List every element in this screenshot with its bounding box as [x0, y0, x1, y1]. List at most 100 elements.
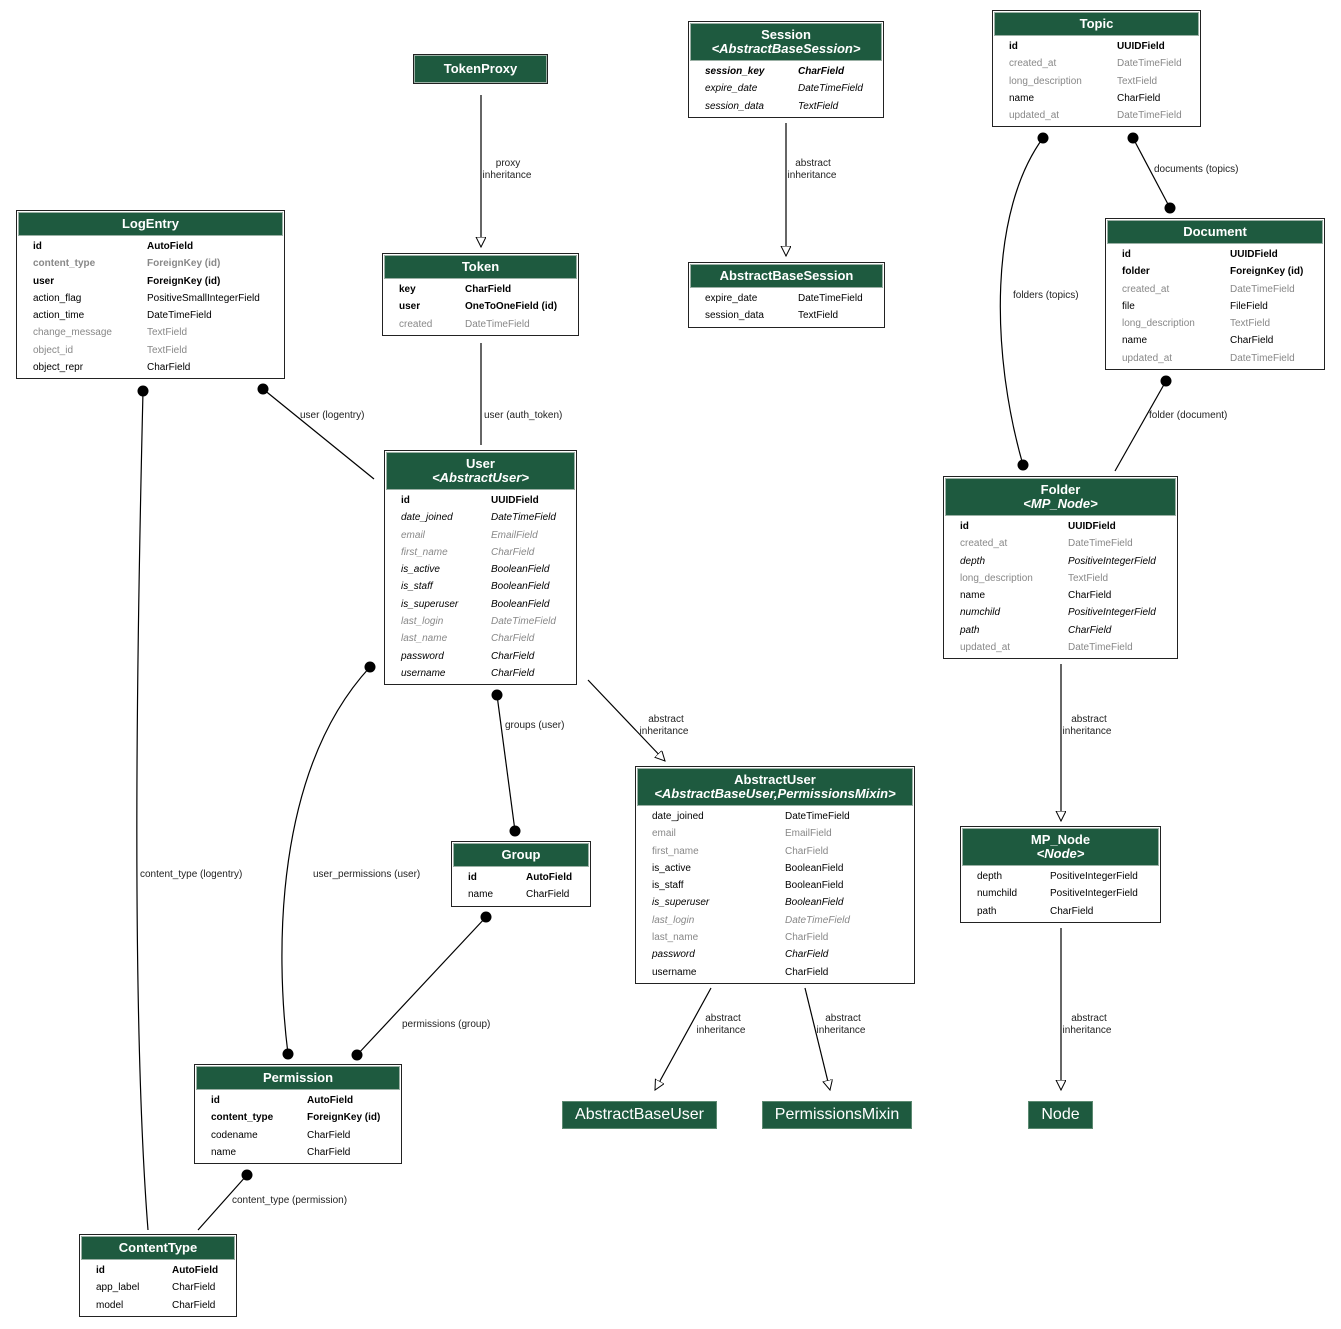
model-token[interactable]: Token key CharField user OneToOneField (id) c…	[382, 253, 579, 336]
field-row: id AutoField	[452, 869, 590, 886]
field-row: created DateTimeField	[383, 316, 578, 333]
model-session[interactable]: Session <AbstractBaseSession> session_key C…	[688, 21, 884, 118]
field-type: CharField	[785, 845, 829, 857]
field-name: created_at	[960, 538, 1008, 550]
model-group[interactable]: Group id AutoField name CharField	[451, 841, 591, 907]
field-name: path	[977, 905, 997, 917]
field-row: created_at DateTimeField	[993, 55, 1200, 72]
field-type: CharField	[307, 1146, 351, 1158]
field-name: id	[33, 241, 42, 252]
edge-label: proxy	[496, 158, 520, 169]
field-row: is_active BooleanField	[385, 561, 576, 578]
field-type: BooleanField	[491, 564, 550, 576]
field-name: expire_date	[705, 293, 758, 304]
edge-permissions-group	[356, 916, 487, 1056]
field-row: long_description TextField	[1106, 315, 1324, 332]
fk-dot	[364, 661, 376, 673]
field-type: TextField	[798, 100, 839, 112]
field-row: updated_at DateTimeField	[993, 107, 1200, 124]
field-name: last_login	[401, 616, 444, 628]
field-type: DateTimeField	[798, 293, 863, 304]
model-logentry[interactable]: LogEntry id AutoField content_type ForeignKe…	[16, 210, 285, 380]
node-permissionsmixin[interactable]: PermissionsMixin	[762, 1101, 912, 1129]
model-permission[interactable]: Permission id AutoField content_type Foreign…	[194, 1064, 402, 1165]
model-tokenproxy[interactable]: TokenProxy	[413, 54, 548, 84]
field-type: CharField	[798, 66, 845, 77]
field-row: is_active BooleanField	[636, 860, 914, 877]
edge-label: folder (document)	[1149, 410, 1227, 421]
field-row: numchild PositiveIntegerField	[961, 885, 1160, 902]
field-type: CharField	[491, 667, 535, 679]
field-name: name	[211, 1146, 237, 1158]
edge-user-permissions-user	[281, 666, 371, 1055]
field-name: username	[652, 966, 697, 978]
field-row: is_superuser BooleanField	[636, 894, 914, 911]
edge-label: abstract	[1071, 1013, 1107, 1024]
field-row: name CharField	[944, 587, 1177, 604]
model-folder[interactable]: Folder <MP_Node> id UUIDField created_at Date…	[943, 476, 1178, 660]
field-name: folder	[1122, 266, 1150, 278]
node-node[interactable]: Node	[1028, 1101, 1093, 1129]
field-type: OneToOneField (id)	[465, 301, 558, 313]
edge-label: groups (user)	[505, 720, 564, 731]
edge-content-type-logentry	[136, 390, 149, 1231]
edge-label: abstract	[1071, 714, 1107, 725]
field-row: numchild PositiveIntegerField	[944, 604, 1177, 621]
field-row: created_at DateTimeField	[1106, 281, 1324, 298]
field-row: is_superuser BooleanField	[385, 596, 576, 613]
field-name: updated_at	[1009, 110, 1060, 122]
model-document[interactable]: Document id UUIDField folder ForeignKey (id)…	[1105, 218, 1325, 371]
field-row: last_name CharField	[636, 929, 914, 946]
fk-dot	[1164, 202, 1176, 214]
field-row: is_staff BooleanField	[385, 578, 576, 595]
node-abstractbaseuser[interactable]: AbstractBaseUser	[562, 1101, 717, 1129]
edge-au-abstractbaseuser	[655, 987, 712, 1090]
field-name: is_staff	[401, 581, 433, 593]
field-name: first_name	[652, 845, 699, 857]
field-row: path CharField	[944, 622, 1177, 639]
field-row: long_description TextField	[944, 570, 1177, 587]
field-type: PositiveSmallIntegerField	[147, 292, 260, 304]
field-type: DateTimeField	[798, 83, 863, 95]
field-name: session_data	[705, 310, 764, 322]
field-name: name	[1009, 92, 1035, 104]
model-abstractbasesession[interactable]: AbstractBaseSession expire_date DateTimeFi…	[688, 262, 885, 328]
field-name: last_name	[401, 633, 448, 645]
field-row: depth PositiveIntegerField	[944, 553, 1177, 570]
edge-au-permissionsmixin	[804, 987, 830, 1090]
field-row: name CharField	[993, 90, 1200, 107]
field-row: is_staff BooleanField	[636, 877, 914, 894]
field-name: long_description	[960, 572, 1033, 584]
model-user[interactable]: User <AbstractUser> id UUIDField date_joined…	[384, 450, 577, 686]
field-row: created_at DateTimeField	[944, 535, 1177, 552]
field-type: CharField	[172, 1282, 216, 1294]
fk-dot	[491, 689, 503, 701]
model-abstractuser[interactable]: AbstractUser <AbstractBaseUser,Permission…	[635, 766, 915, 984]
field-name: created_at	[1009, 58, 1057, 70]
edge-label: folders (topics)	[1013, 290, 1079, 301]
field-row: id UUIDField	[944, 518, 1177, 535]
field-name: password	[652, 949, 695, 961]
model-topic[interactable]: Topic id UUIDField created_at DateTimeField l…	[992, 10, 1201, 128]
field-name: path	[960, 624, 980, 636]
model-title: AbstractUser	[734, 772, 816, 787]
model-mp_node[interactable]: MP_Node <Node> depth PositiveIntegerField nu…	[960, 826, 1161, 923]
edge-label: permissions (group)	[402, 1019, 490, 1030]
model-contenttype[interactable]: ContentType id AutoField app_label CharField…	[79, 1234, 237, 1317]
model-header: Session <AbstractBaseSession>	[690, 23, 882, 61]
field-row: username CharField	[385, 665, 576, 682]
fk-dot	[282, 1048, 294, 1060]
field-type: BooleanField	[785, 897, 844, 909]
field-type: PositiveIntegerField	[1068, 607, 1156, 619]
field-type: DateTimeField	[491, 512, 556, 524]
edge-label: abstract	[825, 1013, 861, 1024]
field-type: CharField	[307, 1129, 351, 1141]
field-type: CharField	[1230, 335, 1274, 347]
field-name: updated_at	[1122, 352, 1173, 364]
field-name: is_superuser	[652, 897, 710, 909]
field-name: user	[33, 275, 55, 287]
field-name: file	[1122, 300, 1135, 312]
field-row: folder ForeignKey (id)	[1106, 263, 1324, 280]
field-name: key	[399, 284, 416, 295]
field-row: last_login DateTimeField	[636, 912, 914, 929]
